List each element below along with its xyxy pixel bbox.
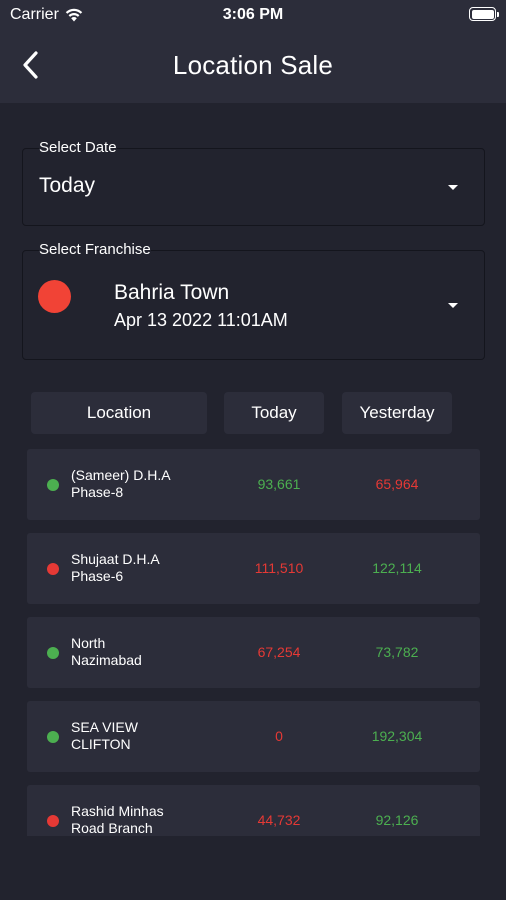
row-today-value: 44,732: [257, 812, 301, 828]
dropdown-arrow-icon: [448, 185, 458, 190]
status-bar: Carrier 3:06 PM: [0, 0, 506, 32]
location-sales-list[interactable]: (Sameer) D.H.A Phase-8 93,661 65,964 Shu…: [27, 449, 480, 836]
table-row[interactable]: Rashid Minhas Road Branch 44,732 92,126: [27, 785, 480, 836]
status-time: 3:06 PM: [222, 6, 284, 23]
row-location-name: (Sameer) D.H.A Phase-8: [71, 467, 171, 500]
battery-icon: [469, 7, 499, 21]
row-today-value: 111,510: [254, 560, 304, 576]
table-row[interactable]: North Nazimabad 67,254 73,782: [27, 617, 480, 688]
row-yesterday-value: 92,126: [375, 812, 419, 828]
row-location-name: Shujaat D.H.A Phase-6: [71, 551, 160, 584]
column-header-today[interactable]: Today: [224, 392, 324, 434]
row-location-name: Rashid Minhas Road Branch: [71, 803, 164, 836]
status-dot: [47, 731, 59, 743]
status-dot: [47, 647, 59, 659]
row-location-name: SEA VIEW CLIFTON: [71, 719, 138, 752]
status-dot: [47, 479, 59, 491]
franchise-select-label: Select Franchise: [39, 240, 151, 260]
table-row[interactable]: Shujaat D.H.A Phase-6 111,510 122,114: [27, 533, 480, 604]
page-title: Location Sale: [172, 50, 334, 80]
date-select-label: Select Date: [39, 138, 117, 158]
franchise-select[interactable]: Select Franchise Bahria Town Apr 13 2022…: [22, 240, 485, 360]
date-select-value: Today: [39, 174, 96, 197]
date-select[interactable]: Select Date Today: [22, 138, 485, 226]
franchise-datetime: Apr 13 2022 11:01AM: [114, 310, 288, 330]
franchise-status-dot: [38, 280, 71, 313]
header: Carrier 3:06 PM Location Sale: [0, 0, 506, 103]
status-dot: [47, 815, 59, 827]
table-row[interactable]: SEA VIEW CLIFTON 0 192,304: [27, 701, 480, 772]
table-row[interactable]: (Sameer) D.H.A Phase-8 93,661 65,964: [27, 449, 480, 520]
status-dot: [47, 563, 59, 575]
dropdown-arrow-icon: [448, 303, 458, 308]
row-yesterday-value: 122,114: [372, 560, 422, 576]
row-yesterday-value: 65,964: [375, 476, 419, 492]
franchise-name: Bahria Town: [114, 281, 230, 304]
row-yesterday-value: 73,782: [375, 644, 419, 660]
row-yesterday-value: 192,304: [371, 728, 423, 744]
row-location-name: North Nazimabad: [71, 635, 142, 668]
row-today-value: 67,254: [257, 644, 301, 660]
row-today-value: 0: [275, 728, 283, 744]
column-header-yesterday[interactable]: Yesterday: [342, 392, 452, 434]
column-header-location[interactable]: Location: [31, 392, 207, 434]
row-today-value: 93,661: [257, 476, 301, 492]
nav-bar: Location Sale: [0, 32, 506, 102]
